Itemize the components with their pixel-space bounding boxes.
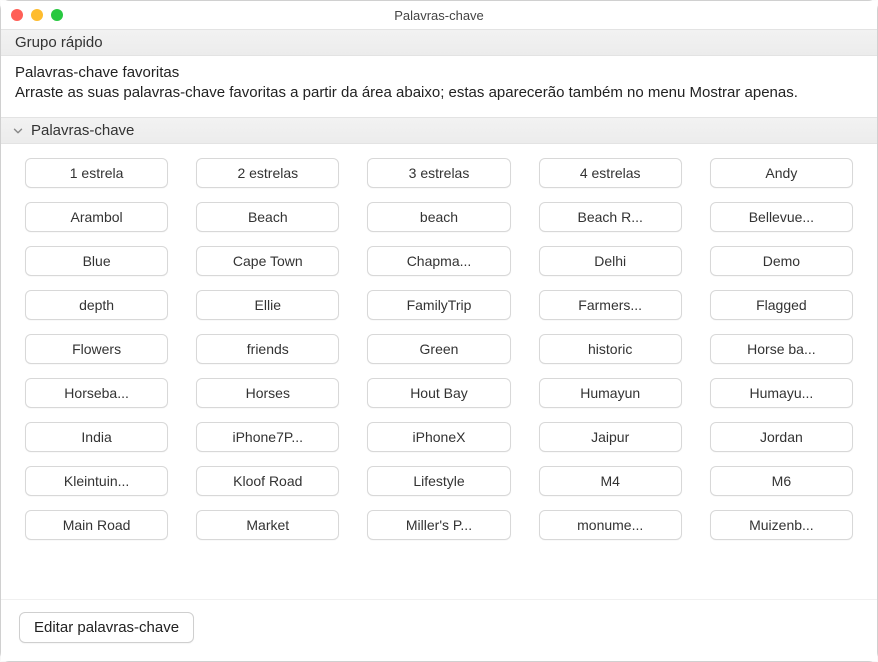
keyword-chip[interactable]: Horses (196, 378, 339, 408)
keyword-chip[interactable]: Lifestyle (367, 466, 510, 496)
keyword-chip[interactable]: iPhone7P... (196, 422, 339, 452)
keyword-chip[interactable]: Kleintuin... (25, 466, 168, 496)
close-icon[interactable] (11, 9, 23, 21)
keyword-chip[interactable]: Flagged (710, 290, 853, 320)
keyword-chip[interactable]: friends (196, 334, 339, 364)
keyword-chip[interactable]: Humayun (539, 378, 682, 408)
keyword-chip[interactable]: Blue (25, 246, 168, 276)
quick-group-header: Grupo rápido (1, 29, 877, 56)
keyword-chip[interactable]: beach (367, 202, 510, 232)
quick-group-label: Grupo rápido (15, 34, 103, 51)
window-titlebar: Palavras-chave (1, 1, 877, 29)
chevron-down-icon (11, 124, 25, 138)
keyword-chip[interactable]: 1 estrela (25, 158, 168, 188)
keyword-chip[interactable]: Horse ba... (710, 334, 853, 364)
keyword-chip[interactable]: Chapma... (367, 246, 510, 276)
keyword-chip[interactable]: Flowers (25, 334, 168, 364)
keyword-chip[interactable]: Arambol (25, 202, 168, 232)
keyword-chip[interactable]: depth (25, 290, 168, 320)
keyword-chip[interactable]: Main Road (25, 510, 168, 540)
keyword-chip[interactable]: historic (539, 334, 682, 364)
keyword-chip[interactable]: Cape Town (196, 246, 339, 276)
keyword-chip[interactable]: Andy (710, 158, 853, 188)
keyword-chip[interactable]: Bellevue... (710, 202, 853, 232)
keyword-chip[interactable]: Farmers... (539, 290, 682, 320)
window-title: Palavras-chave (1, 8, 877, 23)
keywords-grid: 1 estrela 2 estrelas 3 estrelas 4 estrelas A… (25, 158, 853, 540)
keyword-chip[interactable]: 4 estrelas (539, 158, 682, 188)
keyword-chip[interactable]: monume... (539, 510, 682, 540)
keyword-chip[interactable]: Kloof Road (196, 466, 339, 496)
keywords-header-label: Palavras-chave (31, 122, 134, 139)
footer: Editar palavras-chave (1, 599, 877, 661)
keyword-chip[interactable]: Ellie (196, 290, 339, 320)
keyword-chip[interactable]: Beach (196, 202, 339, 232)
keyword-chip[interactable]: India (25, 422, 168, 452)
keyword-chip[interactable]: Miller's P... (367, 510, 510, 540)
keyword-chip[interactable]: Horseba... (25, 378, 168, 408)
keyword-chip[interactable]: 2 estrelas (196, 158, 339, 188)
keyword-chip[interactable]: FamilyTrip (367, 290, 510, 320)
keyword-chip[interactable]: 3 estrelas (367, 158, 510, 188)
keyword-chip[interactable]: Market (196, 510, 339, 540)
window-controls (11, 9, 63, 21)
keyword-chip[interactable]: Jordan (710, 422, 853, 452)
keywords-header[interactable]: Palavras-chave (1, 117, 877, 144)
zoom-icon[interactable] (51, 9, 63, 21)
keyword-chip[interactable]: Jaipur (539, 422, 682, 452)
keyword-chip[interactable]: Muizenb... (710, 510, 853, 540)
keyword-chip[interactable]: M6 (710, 466, 853, 496)
favorites-title: Palavras-chave favoritas (15, 64, 863, 81)
favorites-description: Arraste as suas palavras-chave favoritas… (15, 83, 863, 103)
keyword-chip[interactable]: Delhi (539, 246, 682, 276)
minimize-icon[interactable] (31, 9, 43, 21)
keyword-chip[interactable]: M4 (539, 466, 682, 496)
favorites-section: Palavras-chave favoritas Arraste as suas… (1, 56, 877, 117)
keyword-chip[interactable]: Hout Bay (367, 378, 510, 408)
keyword-chip[interactable]: Beach R... (539, 202, 682, 232)
keyword-chip[interactable]: Green (367, 334, 510, 364)
keywords-area: 1 estrela 2 estrelas 3 estrelas 4 estrelas A… (1, 144, 877, 550)
keyword-chip[interactable]: Demo (710, 246, 853, 276)
keyword-chip[interactable]: iPhoneX (367, 422, 510, 452)
keyword-chip[interactable]: Humayu... (710, 378, 853, 408)
edit-keywords-button[interactable]: Editar palavras-chave (19, 612, 194, 643)
